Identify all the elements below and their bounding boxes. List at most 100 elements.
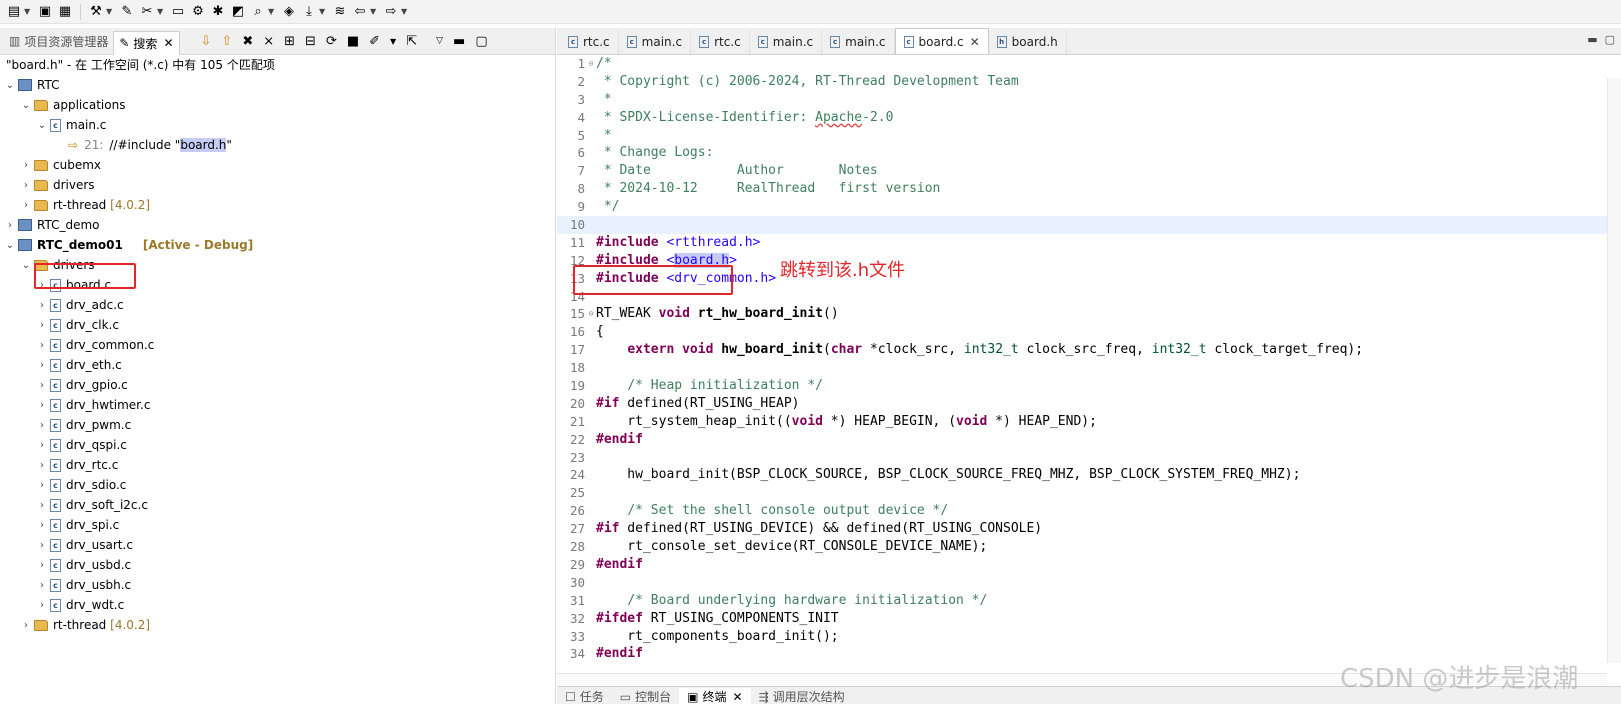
chevron-right-icon[interactable]: ›: [20, 200, 32, 211]
minimize-icon[interactable]: ▬: [453, 34, 465, 49]
cancel-search-icon[interactable]: ■: [347, 34, 359, 49]
tree-item-driver-file[interactable]: › c drv_rtc.c: [0, 455, 555, 475]
tree-item-applications[interactable]: ⌄ applications: [0, 95, 555, 115]
chevron-down-icon[interactable]: ⌄: [20, 260, 32, 271]
tree-item-cubemx[interactable]: › cubemx: [0, 155, 555, 175]
layers-icon[interactable]: ≋: [332, 4, 348, 20]
chevron-down-icon[interactable]: ⌄: [4, 80, 16, 91]
tab-search[interactable]: ✎ 搜索 ✕: [113, 30, 180, 55]
chevron-right-icon[interactable]: ›: [36, 480, 48, 491]
save-all-icon[interactable]: ▦: [57, 4, 73, 20]
chevron-right-icon[interactable]: ›: [36, 340, 48, 351]
clean-icon[interactable]: ✎: [119, 4, 135, 20]
chevron-right-icon[interactable]: ›: [36, 320, 48, 331]
chevron-right-icon[interactable]: ›: [36, 540, 48, 551]
tab-terminal[interactable]: ▣ 终端 ✕: [679, 688, 751, 704]
previous-match-icon[interactable]: ⇧: [221, 34, 232, 49]
next-match-icon[interactable]: ⇩: [201, 34, 212, 49]
fold-icon[interactable]: ⊖: [587, 55, 595, 73]
tab-rtc-c[interactable]: c rtc.c: [560, 30, 619, 54]
chevron-right-icon[interactable]: ›: [36, 420, 48, 431]
forward-icon[interactable]: ⇨: [383, 4, 399, 20]
chevron-down-icon[interactable]: ▼: [268, 7, 276, 16]
tools-icon[interactable]: ✂: [139, 4, 155, 20]
chevron-down-icon[interactable]: ▼: [319, 7, 327, 16]
chevron-right-icon[interactable]: ›: [36, 560, 48, 571]
close-icon[interactable]: ✕: [970, 35, 980, 49]
tree-item-driver-file[interactable]: › c drv_usbh.c: [0, 575, 555, 595]
tab-main-c[interactable]: c main.c: [822, 30, 895, 54]
maximize-icon[interactable]: ▢: [1605, 33, 1615, 46]
chevron-right-icon[interactable]: ›: [36, 360, 48, 371]
tree-item-match[interactable]: ⇨ 21: //#include " board.h ": [0, 135, 555, 155]
tab-rtc-c[interactable]: c rtc.c: [691, 30, 750, 54]
open-folder-icon[interactable]: ◩: [230, 4, 246, 20]
tab-board-c[interactable]: c board.c ✕: [894, 28, 989, 54]
remove-match-icon[interactable]: ✖: [242, 34, 253, 49]
chevron-right-icon[interactable]: ›: [36, 600, 48, 611]
minimize-icon[interactable]: ▬: [1587, 33, 1597, 46]
chevron-right-icon[interactable]: ›: [36, 400, 48, 411]
tree-item-driver-file[interactable]: › c drv_soft_i2c.c: [0, 495, 555, 515]
tree-item-driver-file[interactable]: › c drv_qspi.c: [0, 435, 555, 455]
tree-item-driver-file[interactable]: › c drv_hwtimer.c: [0, 395, 555, 415]
chevron-down-icon[interactable]: ⌄: [4, 240, 16, 251]
gear-icon[interactable]: ⚙: [190, 4, 206, 20]
chevron-down-icon[interactable]: ▼: [157, 7, 165, 16]
tab-board-h[interactable]: h board.h: [989, 30, 1067, 54]
debug-icon[interactable]: ✱: [210, 4, 226, 20]
build-icon[interactable]: ⚒: [88, 4, 104, 20]
tree-item-driver-file[interactable]: › c drv_usart.c: [0, 535, 555, 555]
chevron-down-icon[interactable]: ▼: [401, 7, 409, 16]
monitor-icon[interactable]: ▭: [170, 4, 186, 20]
tree-item-driver-file[interactable]: › c drv_usbd.c: [0, 555, 555, 575]
back-icon[interactable]: ⇦: [352, 4, 368, 20]
pin-icon[interactable]: ⇱: [406, 34, 417, 49]
tree-item-main-c[interactable]: ⌄ c main.c: [0, 115, 555, 135]
tree-item-drivers[interactable]: › drivers: [0, 175, 555, 195]
tree-item-driver-file[interactable]: › c drv_wdt.c: [0, 595, 555, 615]
maximize-icon[interactable]: ▢: [475, 34, 487, 49]
tag-icon[interactable]: ◈: [281, 4, 297, 20]
tree-item-driver-file[interactable]: › c drv_pwm.c: [0, 415, 555, 435]
code-area[interactable]: 1 ⊖/* 2 * Copyright (c) 2006-2024, RT-Thr…: [557, 55, 1607, 673]
vertical-scrollbar[interactable]: [1607, 78, 1621, 663]
tree-item-driver-file[interactable]: › c drv_eth.c: [0, 355, 555, 375]
tree-item-rtc[interactable]: ⌄ RTC: [0, 75, 555, 95]
tree-item-rtc-demo[interactable]: › RTC_demo: [0, 215, 555, 235]
tree-item-driver-file[interactable]: › c drv_spi.c: [0, 515, 555, 535]
tree-item-rtc-demo01[interactable]: ⌄ RTC_demo01 [Active - Debug]: [0, 235, 555, 255]
chevron-right-icon[interactable]: ›: [36, 440, 48, 451]
chevron-right-icon[interactable]: ›: [36, 460, 48, 471]
view-menu-icon[interactable]: ▽: [436, 36, 443, 46]
tab-tasks[interactable]: ☐ 任务: [557, 688, 612, 704]
tree-item-driver-file[interactable]: › c drv_adc.c: [0, 295, 555, 315]
search-icon[interactable]: ⌕: [250, 4, 266, 20]
tab-call-hierarchy[interactable]: ⇶ 调用层次结构: [751, 688, 853, 704]
chevron-right-icon[interactable]: ›: [20, 160, 32, 171]
chevron-right-icon[interactable]: ›: [20, 620, 32, 631]
remove-all-icon[interactable]: ⨯: [263, 34, 274, 49]
tree-item-rt-thread[interactable]: › rt-thread [4.0.2]: [0, 195, 555, 215]
close-icon[interactable]: ✕: [163, 36, 173, 50]
chevron-right-icon[interactable]: ›: [36, 380, 48, 391]
tree-item-rt-thread2[interactable]: › rt-thread [4.0.2]: [0, 615, 555, 635]
tree-item-driver-file[interactable]: › c drv_common.c: [0, 335, 555, 355]
chevron-right-icon[interactable]: ›: [36, 580, 48, 591]
search-history-icon[interactable]: ✐: [369, 34, 380, 49]
chevron-right-icon[interactable]: ›: [36, 300, 48, 311]
tab-project-explorer[interactable]: ▥ 项目资源管理器: [4, 30, 113, 52]
chevron-down-icon[interactable]: ▼: [106, 7, 114, 16]
tab-console[interactable]: ▭ 控制台: [612, 688, 679, 704]
chevron-down-icon[interactable]: ▼: [24, 7, 32, 16]
chevron-right-icon[interactable]: ›: [20, 180, 32, 191]
tree-item-driver-file[interactable]: › c drv_gpio.c: [0, 375, 555, 395]
tab-main-c[interactable]: c main.c: [619, 30, 692, 54]
close-icon[interactable]: ✕: [733, 690, 743, 704]
chevron-down-icon[interactable]: ⌄: [36, 120, 48, 131]
collapse-all-icon[interactable]: ⊟: [305, 34, 316, 49]
save-icon[interactable]: ▣: [37, 4, 53, 20]
chevron-down-icon[interactable]: ⌄: [20, 100, 32, 111]
tree-item-driver-file[interactable]: › c drv_clk.c: [0, 315, 555, 335]
fold-icon[interactable]: ⊖: [587, 305, 595, 323]
